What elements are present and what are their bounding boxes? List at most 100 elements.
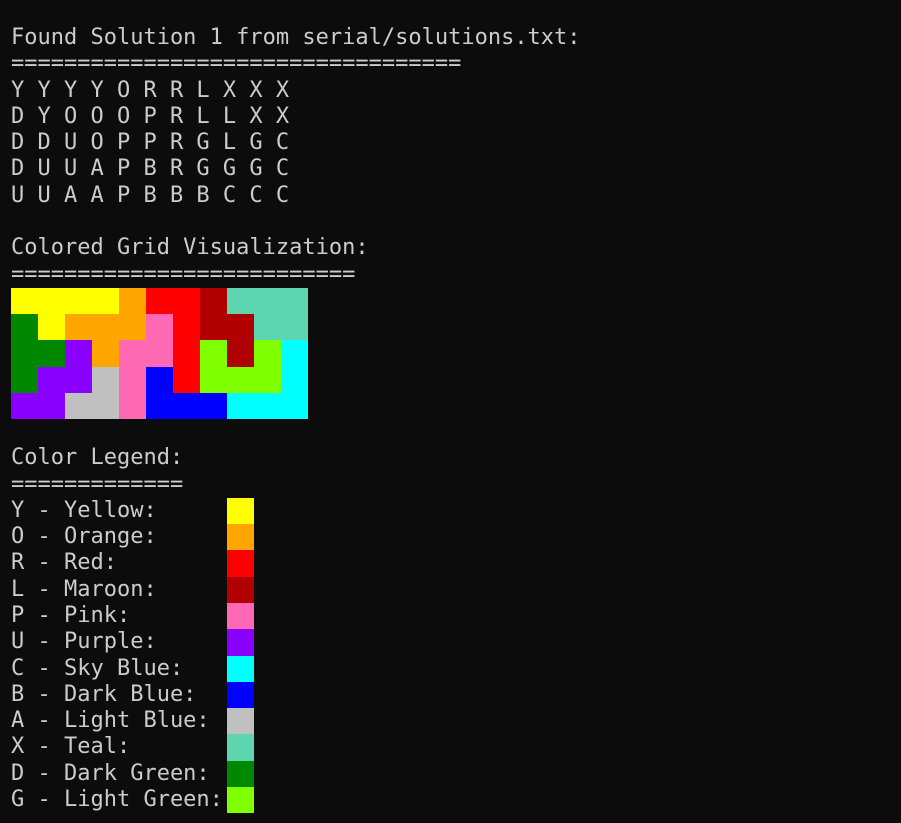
grid-cell bbox=[119, 340, 146, 367]
grid-visualization-title: Colored Grid Visualization: bbox=[11, 235, 369, 261]
legend-label: R - Red: bbox=[11, 550, 117, 576]
solution-row: D D U O P P R G L G C bbox=[11, 130, 290, 156]
grid-cell bbox=[65, 366, 92, 393]
grid-cell bbox=[200, 366, 227, 393]
grid-cell bbox=[200, 392, 227, 419]
grid-cell bbox=[92, 314, 119, 341]
solution-row: D U U A P B R G G G C bbox=[11, 156, 290, 182]
legend-item: R - Red: bbox=[11, 550, 891, 577]
grid-cell bbox=[254, 392, 281, 419]
grid-cell bbox=[281, 392, 308, 419]
grid-cell bbox=[254, 340, 281, 367]
grid-cell bbox=[173, 287, 200, 315]
legend-label: Y - Yellow: bbox=[11, 497, 157, 523]
legend-rule: ============= bbox=[11, 471, 184, 497]
legend-label: L - Maroon: bbox=[11, 576, 157, 602]
grid-cell bbox=[38, 366, 65, 393]
legend-label: O - Orange: bbox=[11, 524, 157, 550]
color-legend: Y - Yellow: O - Orange: R - Red: L - Mar… bbox=[11, 497, 891, 814]
color-swatch bbox=[227, 760, 254, 788]
grid-cell bbox=[119, 314, 146, 341]
grid-cell bbox=[65, 392, 92, 419]
grid-cell bbox=[11, 287, 38, 315]
grid-cell bbox=[119, 366, 146, 393]
legend-title: Color Legend: bbox=[11, 445, 184, 471]
grid-cell bbox=[38, 392, 65, 419]
legend-item: G - Light Green: bbox=[11, 787, 891, 814]
grid-cell bbox=[227, 340, 254, 367]
grid-cell bbox=[65, 314, 92, 341]
grid-cell bbox=[11, 392, 38, 419]
grid-cell bbox=[146, 287, 173, 315]
grid-cell bbox=[281, 340, 308, 367]
color-swatch bbox=[227, 708, 254, 735]
found-solution-rule: ================================== bbox=[11, 51, 462, 77]
legend-item: X - Teal: bbox=[11, 734, 891, 761]
color-swatch bbox=[227, 655, 254, 682]
grid-cell bbox=[146, 340, 173, 367]
legend-label: X - Teal: bbox=[11, 734, 131, 760]
legend-label: P - Pink: bbox=[11, 602, 131, 628]
legend-item: D - Dark Green: bbox=[11, 760, 891, 788]
grid-cell bbox=[254, 314, 281, 341]
color-swatch bbox=[227, 550, 254, 577]
color-swatch bbox=[227, 524, 254, 551]
grid-cell bbox=[92, 392, 119, 419]
grid-cell bbox=[38, 340, 65, 367]
legend-label: A - Light Blue: bbox=[11, 708, 210, 734]
legend-item: Y - Yellow: bbox=[11, 497, 891, 525]
color-swatch bbox=[227, 734, 254, 761]
terminal-output: Found Solution 1 from serial/solutions.t… bbox=[11, 25, 891, 814]
legend-item: A - Light Blue: bbox=[11, 708, 891, 735]
solution-row: Y Y Y Y O R R L X X X bbox=[11, 77, 290, 103]
grid-cell bbox=[281, 366, 308, 393]
color-swatch bbox=[227, 576, 254, 603]
grid-cell bbox=[11, 366, 38, 393]
grid-cell bbox=[146, 314, 173, 341]
grid-cell bbox=[65, 340, 92, 367]
found-solution-line: Found Solution 1 from serial/solutions.t… bbox=[11, 25, 581, 50]
grid-cell bbox=[254, 287, 281, 315]
solution-row: D Y O O O P R L L X X bbox=[11, 103, 290, 129]
grid-cell bbox=[11, 340, 38, 367]
grid-cell bbox=[173, 314, 200, 341]
color-swatch bbox=[227, 681, 254, 709]
grid-cell bbox=[281, 314, 308, 341]
legend-item: C - Sky Blue: bbox=[11, 655, 891, 682]
legend-item: B - Dark Blue: bbox=[11, 681, 891, 709]
grid-cell bbox=[92, 340, 119, 367]
grid-cell bbox=[119, 287, 146, 315]
color-swatch bbox=[227, 602, 254, 630]
solution-text-grid: Y Y Y Y O R R L X X X D Y O O O P R L L … bbox=[11, 78, 891, 209]
legend-label: U - Purple: bbox=[11, 629, 157, 655]
grid-cell bbox=[254, 366, 281, 393]
grid-cell bbox=[65, 287, 92, 315]
grid-cell bbox=[38, 287, 65, 315]
grid-cell bbox=[227, 314, 254, 341]
grid-cell bbox=[11, 314, 38, 341]
legend-label: B - Dark Blue: bbox=[11, 681, 197, 707]
grid-cell bbox=[200, 287, 227, 315]
color-swatch bbox=[227, 629, 254, 656]
grid-cell bbox=[119, 392, 146, 419]
grid-cell bbox=[92, 366, 119, 393]
legend-item: O - Orange: bbox=[11, 524, 891, 551]
grid-cell bbox=[173, 340, 200, 367]
grid-cell bbox=[146, 366, 173, 393]
color-swatch bbox=[227, 787, 254, 814]
solution-row: U U A A P B B B C C C bbox=[11, 182, 290, 208]
legend-label: C - Sky Blue: bbox=[11, 655, 184, 681]
grid-cell bbox=[227, 287, 254, 315]
grid-cell bbox=[200, 340, 227, 367]
grid-cell bbox=[281, 287, 308, 315]
legend-item: P - Pink: bbox=[11, 602, 891, 630]
legend-item: U - Purple: bbox=[11, 629, 891, 656]
legend-label: G - Light Green: bbox=[11, 787, 223, 813]
grid-cell bbox=[200, 314, 227, 341]
grid-visualization-rule: ========================== bbox=[11, 261, 356, 287]
grid-cell bbox=[146, 392, 173, 419]
grid-cell bbox=[227, 392, 254, 419]
legend-item: L - Maroon: bbox=[11, 576, 891, 603]
